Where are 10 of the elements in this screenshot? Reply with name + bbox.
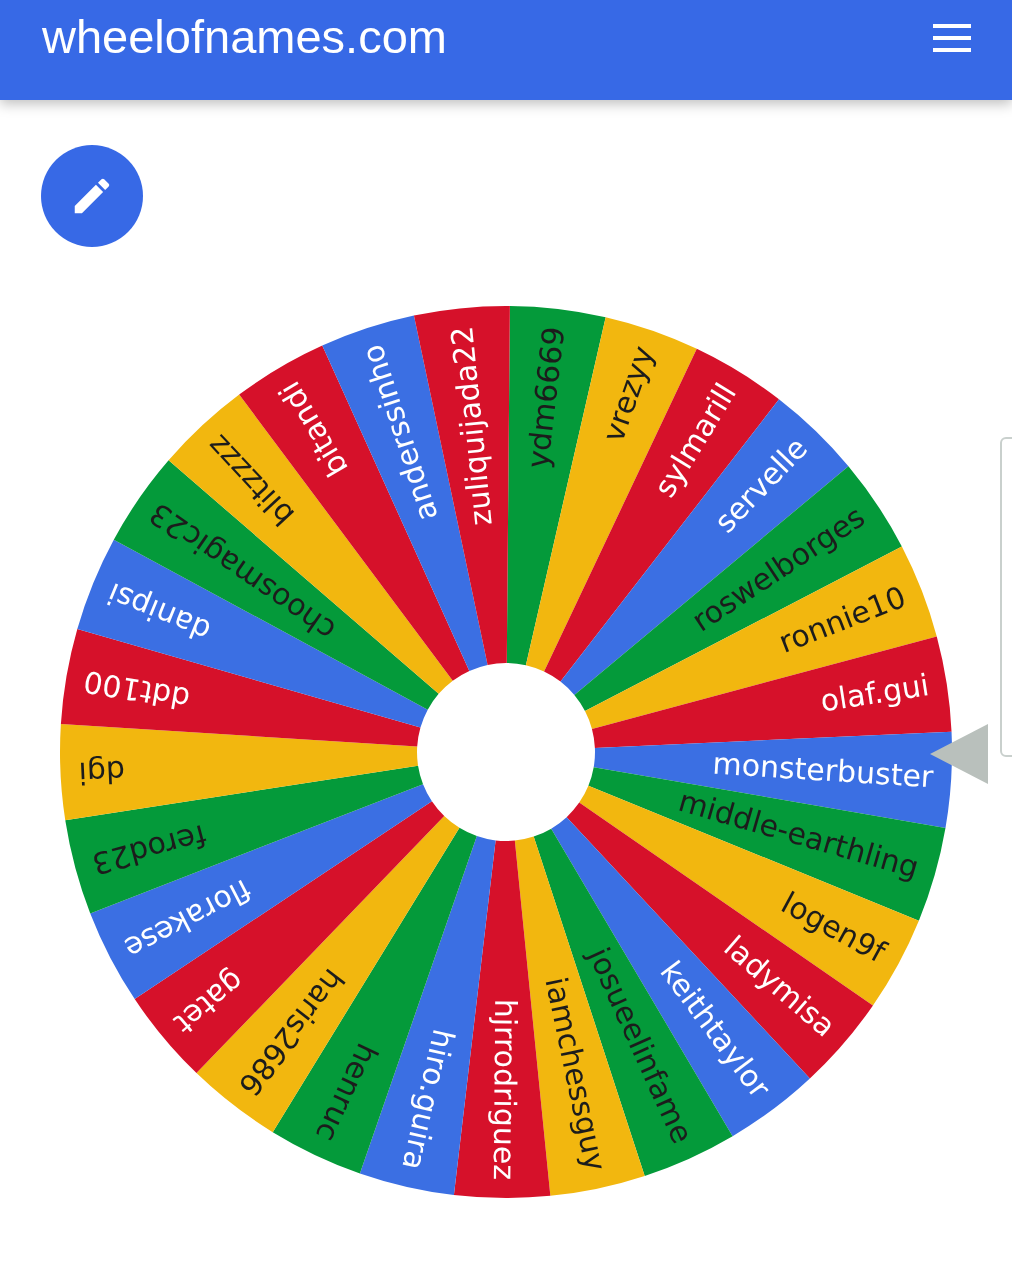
name-label: vrezyy bbox=[595, 341, 661, 447]
name-label: ddt100 bbox=[80, 663, 193, 717]
name-label: ferod23 bbox=[88, 817, 210, 882]
name-label: zuliquijada22 bbox=[444, 324, 499, 528]
name-label: monsterbuster bbox=[711, 745, 935, 795]
name-label: dgi bbox=[77, 753, 126, 791]
name-label: olaf.gui bbox=[817, 667, 932, 719]
name-label: ydm6669 bbox=[520, 324, 572, 471]
name-label: hjrrodriguez bbox=[486, 998, 524, 1181]
menu-icon[interactable] bbox=[932, 22, 972, 54]
